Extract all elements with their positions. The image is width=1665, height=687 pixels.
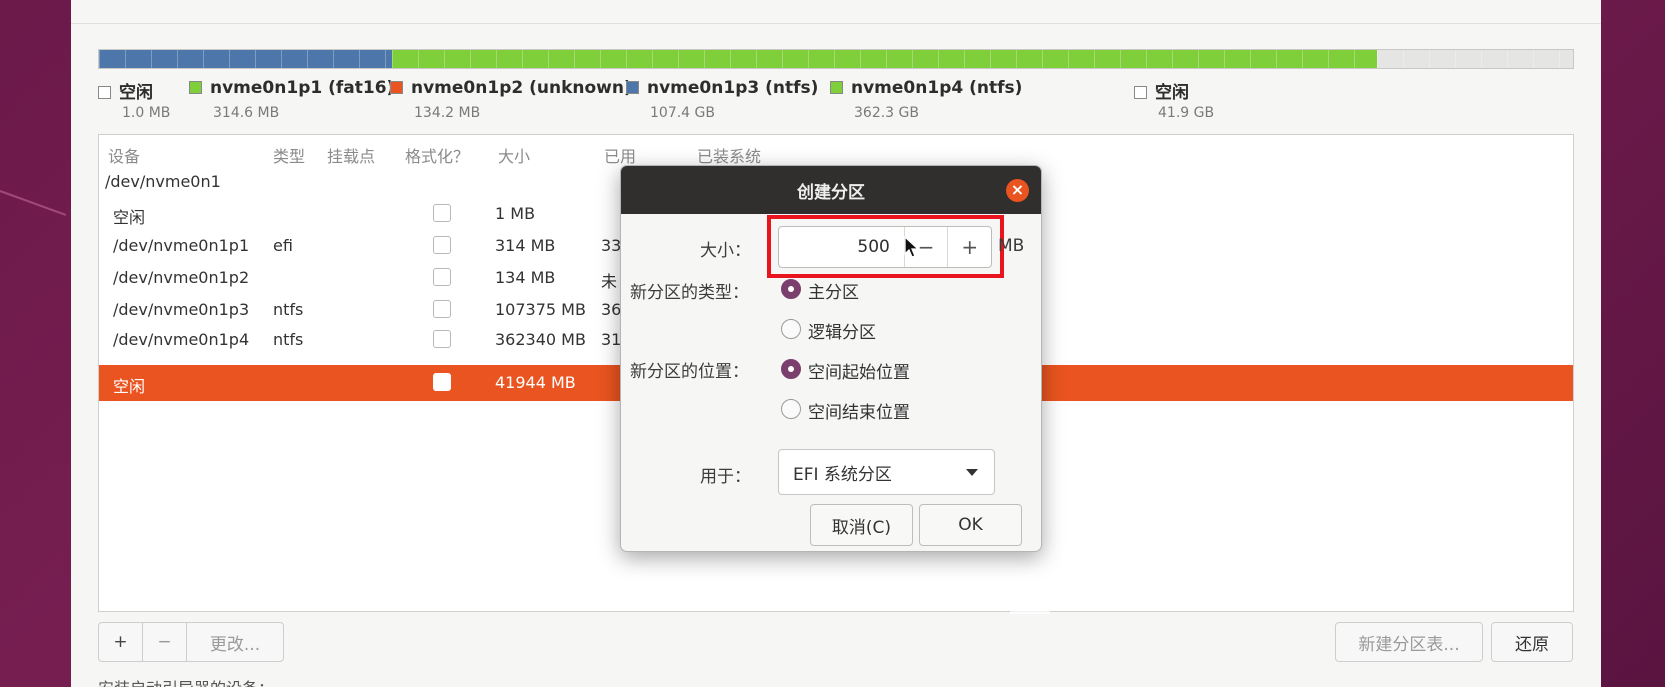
row-size: 134 MB xyxy=(495,268,556,287)
row-used: 31 xyxy=(601,330,622,349)
revert-button[interactable]: 还原 xyxy=(1491,622,1573,662)
row-device: /dev/nvme0n1p4 xyxy=(113,330,250,349)
format-checkbox[interactable] xyxy=(433,268,451,286)
partition-legend: 空闲 1.0 MB nvme0n1p1 (fat16) 314.6 MB nvm… xyxy=(98,78,1574,128)
red-highlight-box xyxy=(767,215,1004,278)
legend-item: nvme0n1p2 (unknown) 134.2 MB xyxy=(390,78,632,121)
legend-size: 134.2 MB xyxy=(414,105,481,121)
mouse-pointer-icon xyxy=(904,236,920,258)
partition-type-label: 新分区的类型： xyxy=(630,283,749,303)
legend-item: nvme0n1p1 (fat16) 314.6 MB xyxy=(189,78,395,121)
legend-name: 空闲 xyxy=(119,83,153,103)
legend-name: nvme0n1p4 (ntfs) xyxy=(851,78,1023,98)
legend-name: nvme0n1p1 (fat16) xyxy=(210,78,395,98)
partition-location-label: 新分区的位置： xyxy=(630,362,749,382)
row-device: /dev/nvme0n1p3 xyxy=(113,300,250,319)
legend-swatch xyxy=(98,86,111,99)
partition-segment-p1-p3 xyxy=(99,50,392,68)
size-label: 大小： xyxy=(700,241,751,261)
location-start-label[interactable]: 空间起始位置 xyxy=(808,358,910,383)
row-device: 空闲 xyxy=(113,377,146,396)
row-device: /dev/nvme0n1p1 xyxy=(113,236,250,255)
legend-name: 空闲 xyxy=(1155,83,1189,103)
legend-size: 107.4 GB xyxy=(650,105,715,121)
row-size: 107375 MB xyxy=(495,300,586,319)
cancel-button[interactable]: 取消(C) xyxy=(810,504,913,546)
row-device: /dev/nvme0n1p2 xyxy=(113,268,250,287)
legend-swatch xyxy=(1134,86,1147,99)
use-as-select[interactable]: EFI 系统分区 xyxy=(778,449,995,495)
row-device: 空闲 xyxy=(113,208,146,227)
close-icon[interactable]: × xyxy=(1006,179,1029,202)
dialog-title: 创建分区 xyxy=(797,182,865,203)
format-checkbox[interactable] xyxy=(433,373,451,391)
boot-loader-device-label: 安装启动引导器的设备： xyxy=(98,675,274,687)
row-used: 33 xyxy=(601,236,622,255)
add-partition-button[interactable]: + xyxy=(99,623,143,661)
location-end-radio[interactable] xyxy=(781,399,801,419)
column-header-type[interactable]: 类型 xyxy=(273,143,305,167)
change-partition-button[interactable]: 更改... xyxy=(187,623,283,661)
format-checkbox[interactable] xyxy=(433,236,451,254)
legend-swatch xyxy=(830,81,843,94)
legend-size: 362.3 GB xyxy=(854,105,919,121)
partition-segment-free xyxy=(1377,50,1573,68)
remove-partition-button[interactable]: − xyxy=(143,623,187,661)
format-checkbox[interactable] xyxy=(433,300,451,318)
window-header xyxy=(71,0,1601,24)
row-size: 314 MB xyxy=(495,236,556,255)
row-size: 41944 MB xyxy=(495,373,576,392)
row-used: 36 xyxy=(601,300,622,319)
use-as-label: 用于： xyxy=(700,467,751,487)
size-unit-label: MB xyxy=(998,236,1025,256)
partition-bar xyxy=(98,49,1574,69)
row-type: ntfs xyxy=(273,330,304,349)
legend-size: 41.9 GB xyxy=(1158,105,1215,121)
legend-name: nvme0n1p2 (unknown) xyxy=(411,78,632,98)
ok-button[interactable]: OK xyxy=(919,504,1022,546)
legend-swatch xyxy=(626,81,639,94)
location-start-radio[interactable] xyxy=(781,359,801,379)
use-as-value: EFI 系统分区 xyxy=(793,464,892,485)
column-header-used[interactable]: 已用 xyxy=(604,143,636,167)
disk-name: /dev/nvme0n1 xyxy=(105,172,221,191)
dialog-titlebar: 创建分区 × xyxy=(621,166,1041,214)
row-type: efi xyxy=(273,236,293,255)
legend-size: 314.6 MB xyxy=(213,105,280,121)
legend-item: nvme0n1p4 (ntfs) 362.3 GB xyxy=(830,78,1023,121)
legend-item: 空闲 1.0 MB xyxy=(98,78,170,121)
row-size: 1 MB xyxy=(495,204,536,223)
row-type: ntfs xyxy=(273,300,304,319)
column-header-device[interactable]: 设备 xyxy=(108,143,140,167)
column-header-mount[interactable]: 挂载点 xyxy=(327,143,375,167)
column-header-system[interactable]: 已装系统 xyxy=(697,143,761,167)
desktop-wallpaper-streak xyxy=(0,190,67,216)
row-size: 362340 MB xyxy=(495,330,586,349)
format-checkbox[interactable] xyxy=(433,330,451,348)
location-end-label[interactable]: 空间结束位置 xyxy=(808,398,910,423)
logical-partition-label[interactable]: 逻辑分区 xyxy=(808,318,876,343)
column-header-format[interactable]: 格式化？ xyxy=(405,143,469,167)
create-partition-dialog: 创建分区 × 大小： 500 − + MB 新分区的类型： 主分区 逻辑分区 新… xyxy=(620,165,1042,552)
legend-size: 1.0 MB xyxy=(122,105,171,121)
partition-segment-p4 xyxy=(392,50,1377,68)
new-partition-table-button[interactable]: 新建分区表... xyxy=(1335,622,1483,662)
overlay-artifact xyxy=(1010,590,1050,614)
chevron-down-icon xyxy=(966,469,978,476)
legend-swatch xyxy=(390,81,403,94)
legend-swatch xyxy=(189,81,202,94)
partition-edit-buttons: + − 更改... xyxy=(98,622,284,662)
primary-partition-radio[interactable] xyxy=(781,279,801,299)
format-checkbox[interactable] xyxy=(433,204,451,222)
row-used: 未 xyxy=(601,272,618,291)
logical-partition-radio[interactable] xyxy=(781,319,801,339)
legend-name: nvme0n1p3 (ntfs) xyxy=(647,78,819,98)
column-header-size[interactable]: 大小 xyxy=(498,143,530,167)
primary-partition-label[interactable]: 主分区 xyxy=(808,278,859,303)
legend-item: 空闲 41.9 GB xyxy=(1134,78,1214,121)
legend-item: nvme0n1p3 (ntfs) 107.4 GB xyxy=(626,78,819,121)
